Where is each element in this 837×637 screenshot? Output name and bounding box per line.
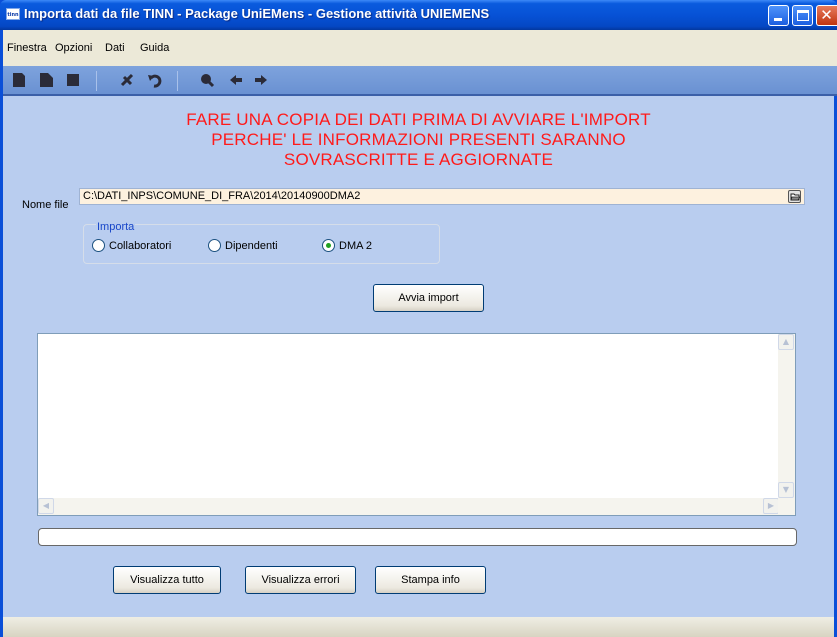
toolbar-separator <box>96 71 97 91</box>
close-button[interactable]: ✕ <box>816 5 837 26</box>
minimize-button[interactable] <box>768 5 789 26</box>
warning-line-2: PERCHE' LE INFORMAZIONI PRESENTI SARANNO <box>211 130 626 149</box>
open-icon[interactable] <box>38 72 54 88</box>
radio-label-collaboratori: Collaboratori <box>109 239 172 252</box>
new-icon[interactable] <box>11 72 27 88</box>
import-type-legend: Importa <box>96 221 136 233</box>
toolbar <box>3 66 837 96</box>
forward-arrow-icon[interactable] <box>253 72 269 88</box>
radio-dipendenti[interactable]: Dipendenti <box>208 239 278 252</box>
menu-bar: Finestra Opzioni Dati Guida <box>3 30 837 66</box>
maximize-button[interactable] <box>792 5 813 26</box>
save-icon[interactable] <box>65 72 81 88</box>
close-icon: ✕ <box>820 6 833 24</box>
minimize-icon <box>774 18 782 21</box>
radio-label-dipendenti: Dipendenti <box>225 239 278 252</box>
scrollbar-corner <box>778 498 795 515</box>
search-icon[interactable] <box>199 72 215 88</box>
file-name-label: Nome file <box>22 199 69 211</box>
scroll-up-button[interactable]: ▲ <box>778 334 794 350</box>
menu-dati[interactable]: Dati <box>105 42 125 54</box>
menu-finestra[interactable]: Finestra <box>7 42 47 54</box>
window-title: Importa dati da file TINN - Package UniE… <box>24 6 490 21</box>
import-type-group: Importa Collaboratori Dipendenti DMA 2 <box>83 221 440 264</box>
app-icon: tinn <box>6 8 20 20</box>
print-info-button[interactable]: Stampa info <box>375 566 486 594</box>
show-errors-button[interactable]: Visualizza errori <box>245 566 356 594</box>
import-progress-bar <box>38 528 797 546</box>
browse-file-button[interactable] <box>788 190 801 203</box>
scroll-right-button[interactable]: ▶ <box>763 498 779 514</box>
menu-guida[interactable]: Guida <box>140 42 169 54</box>
radio-button[interactable] <box>208 239 221 252</box>
undo-icon[interactable] <box>147 72 163 88</box>
cut-icon[interactable] <box>119 72 135 88</box>
horizontal-scrollbar[interactable]: ◀ ▶ <box>38 498 779 515</box>
radio-button[interactable] <box>92 239 105 252</box>
file-name-field[interactable]: C:\DATI_INPS\COMUNE_DI_FRA\2014\20140900… <box>79 188 805 205</box>
vertical-scrollbar[interactable]: ▲ ▼ <box>778 334 795 498</box>
radio-collaboratori[interactable]: Collaboratori <box>92 239 171 252</box>
warning-line-3: SOVRASCRITTE E AGGIORNATE <box>283 150 554 169</box>
title-bar[interactable]: tinn Importa dati da file TINN - Package… <box>0 0 837 30</box>
file-name-value: C:\DATI_INPS\COMUNE_DI_FRA\2014\20140900… <box>83 190 361 202</box>
import-log-area[interactable]: ▲ ▼ ◀ ▶ <box>37 333 796 516</box>
scroll-down-button[interactable]: ▼ <box>778 482 794 498</box>
radio-button-selected[interactable] <box>322 239 335 252</box>
warning-message: FARE UNA COPIA DEI DATI PRIMA DI AVVIARE… <box>3 110 834 170</box>
window: tinn Importa dati da file TINN - Package… <box>0 0 837 637</box>
menu-opzioni[interactable]: Opzioni <box>55 42 92 54</box>
folder-open-icon <box>790 193 800 201</box>
radio-dma2[interactable]: DMA 2 <box>322 239 372 252</box>
main-panel: FARE UNA COPIA DEI DATI PRIMA DI AVVIARE… <box>3 96 834 617</box>
show-all-button[interactable]: Visualizza tutto <box>113 566 221 594</box>
maximize-icon <box>797 10 809 21</box>
scroll-left-button[interactable]: ◀ <box>38 498 54 514</box>
toolbar-separator <box>177 71 178 91</box>
warning-line-1: FARE UNA COPIA DEI DATI PRIMA DI AVVIARE… <box>186 110 651 129</box>
back-arrow-icon[interactable] <box>228 72 244 88</box>
start-import-button[interactable]: Avvia import <box>373 284 484 312</box>
status-bar <box>3 617 834 637</box>
radio-label-dma2: DMA 2 <box>339 239 373 252</box>
